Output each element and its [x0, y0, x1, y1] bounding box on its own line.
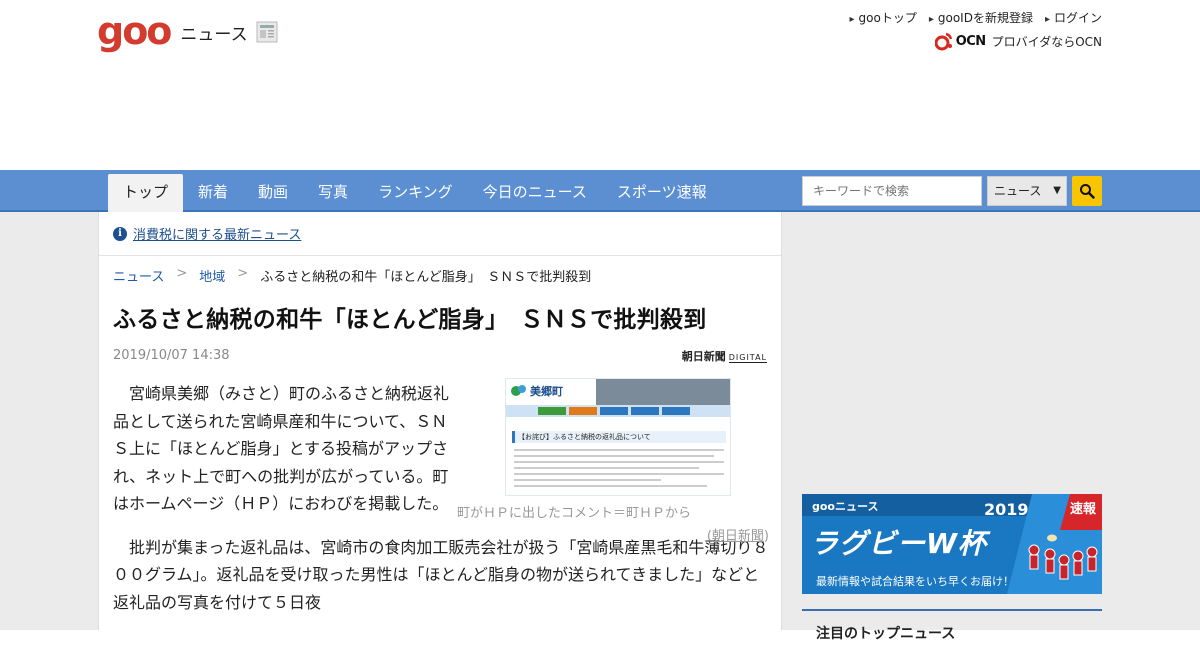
breadcrumb-news[interactable]: ニュース [113, 266, 164, 285]
login-link[interactable]: ログイン [1045, 9, 1102, 26]
global-nav: トップ 新着 動画 写真 ランキング 今日のニュース スポーツ速報 ニュース ▼ [0, 170, 1200, 212]
source-logo-suffix: DIGITAL [728, 353, 767, 363]
tab-today-news[interactable]: 今日のニュース [468, 174, 602, 212]
search-icon [1080, 184, 1095, 199]
goo-news-logo[interactable]: goo ニュース [97, 12, 280, 50]
article-date: 2019/10/07 14:38 [113, 348, 230, 363]
goo-top-link[interactable]: gooトップ [849, 9, 917, 26]
tab-latest[interactable]: 新着 [183, 174, 243, 212]
ocn-logo: OCN [934, 31, 986, 51]
top-links: gooトップ gooIDを新規登録 ログイン [849, 9, 1102, 26]
sidebar-top-news-section: 注目のトップニュース [802, 609, 1102, 655]
breadcrumb-separator-icon: > [237, 266, 249, 281]
breadcrumb-separator-icon: > [176, 266, 188, 281]
source-logo-name: 朝日新聞 [681, 350, 726, 363]
rugby-world-cup-banner[interactable]: gooニュース 2019 速報 ラグビーW杯 最新情報や試合結果をいち早くお届け… [802, 494, 1102, 594]
goo-logo-text: goo [97, 9, 172, 53]
photo-credit-link[interactable]: 朝日新聞 [712, 529, 764, 544]
search-input[interactable] [802, 176, 982, 206]
info-icon: i [113, 226, 127, 241]
notice-bar: i 消費税に関する最新ニュース [99, 212, 781, 256]
banner-subtitle: 最新情報や試合結果をいち早くお届け！ [816, 575, 1014, 588]
article-paragraph: 宮崎県美郷（みさと）町のふるさと納税返礼品として送られた宮崎県産和牛について、Ｓ… [113, 384, 450, 513]
tab-video[interactable]: 動画 [243, 174, 303, 212]
photo-caption: 町がＨＰに出したコメント＝町ＨＰから [457, 506, 692, 521]
nav-tabs: トップ 新着 動画 写真 ランキング 今日のニュース スポーツ速報 [108, 174, 722, 212]
photo-header-image [596, 379, 730, 405]
logo-subtitle: ニュース [180, 24, 248, 45]
register-gooid-link[interactable]: gooIDを新規登録 [929, 9, 1033, 26]
tab-sports[interactable]: スポーツ速報 [602, 174, 722, 212]
banner-title: ラグビーW杯 [810, 527, 987, 560]
sidebar-section-title: 注目のトップニュース [816, 626, 956, 642]
breadcrumb-region[interactable]: 地域 [199, 266, 225, 285]
ocn-link[interactable]: OCN プロバイダならOCN [934, 31, 1102, 51]
photo-credit: (朝日新聞) [706, 529, 769, 544]
breadcrumb-current: ふるさと納税の和牛「ほとんど脂身」 ＳＮＳで批判殺到 [260, 270, 592, 285]
photo-header: 美郷町 [506, 379, 730, 405]
misato-logo-icon [511, 385, 526, 396]
ocn-logo-text: OCN [955, 33, 986, 49]
tab-top[interactable]: トップ [108, 174, 184, 212]
ocn-mark-icon [934, 32, 952, 51]
photo-site-name: 美郷町 [530, 385, 563, 398]
search-button[interactable] [1072, 176, 1102, 206]
site-header: goo ニュース gooトップ gooIDを新規登録 ログイン OCN プロバイ… [0, 0, 1200, 170]
photo-menu-bar [506, 405, 730, 417]
search-scope-select[interactable]: ニュース ▼ [987, 176, 1067, 206]
banner-year: 2019 [984, 500, 1029, 519]
banner-flash-badge: 速報 [1070, 502, 1097, 517]
article-paragraph: 批判が集まった返礼品は、宮崎市の食肉加工販売会社が扱う「宮崎県産黒毛和牛薄切り８… [113, 537, 769, 612]
photo-headline: 【お詫び】ふるさと納税の返礼品について [512, 431, 726, 443]
tab-ranking[interactable]: ランキング [363, 174, 468, 212]
article-column: i 消費税に関する最新ニュース ニュース > 地域 > ふるさと納税の和牛「ほと… [98, 212, 782, 630]
source-logo: 朝日新聞 DIGITAL [682, 348, 767, 364]
search-scope-value: ニュース [994, 184, 1042, 198]
banner-brand: gooニュース [812, 500, 879, 513]
tab-photo[interactable]: 写真 [303, 174, 363, 212]
article-photo-figure: 美郷町 【お詫び】ふるさと納税の返礼品について 町がＨＰに出したコメント＝町ＨＰ… [457, 378, 769, 544]
newspaper-icon [256, 21, 278, 43]
article-title: ふるさと納税の和牛「ほとんど脂身」 ＳＮＳで批判殺到 [113, 307, 707, 333]
consumption-tax-news-link[interactable]: 消費税に関する最新ニュース [133, 224, 301, 243]
breadcrumb: ニュース > 地域 > ふるさと納税の和牛「ほとんど脂身」 ＳＮＳで批判殺到 [113, 266, 591, 285]
photo-text-lines [514, 449, 724, 491]
dropdown-arrow-icon: ▼ [1053, 185, 1061, 196]
ocn-label: プロバイダならOCN [991, 34, 1102, 49]
article-photo[interactable]: 美郷町 【お詫び】ふるさと納税の返礼品について [505, 378, 731, 496]
